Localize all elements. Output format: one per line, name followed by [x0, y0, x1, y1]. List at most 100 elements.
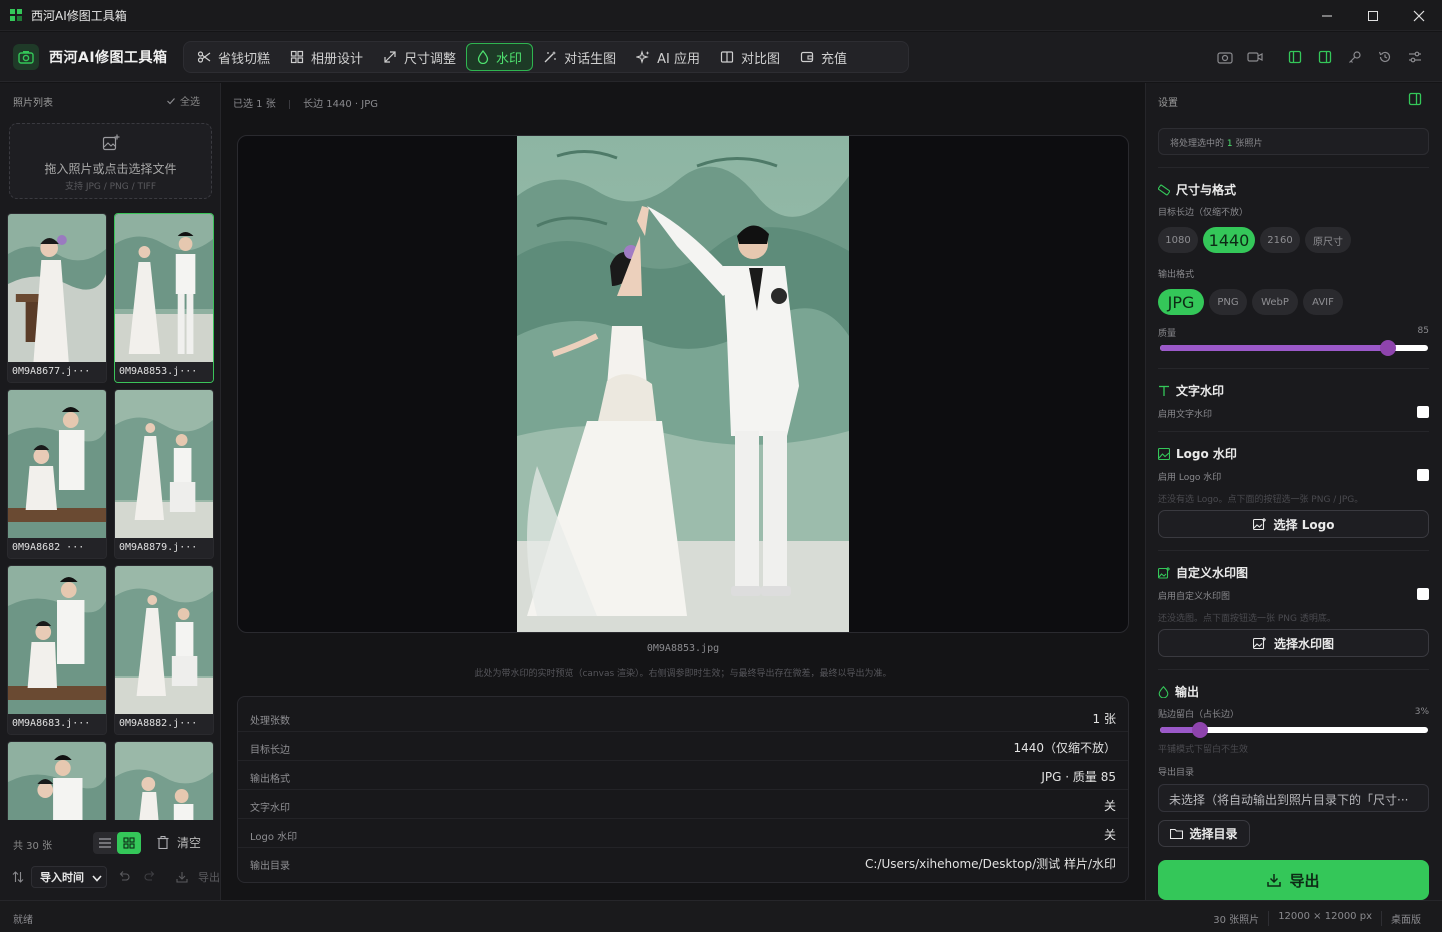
size-option-2160[interactable]: 2160 — [1260, 227, 1300, 253]
choose-dir-button[interactable]: 选择目录 — [1158, 820, 1250, 847]
section-title: Logo 水印 — [1176, 447, 1237, 461]
margin-slider-handle[interactable] — [1192, 722, 1209, 738]
summary-value: 关 — [1103, 799, 1116, 813]
custom-watermark-label: 启用自定义水印图 — [1158, 592, 1231, 602]
tab-label: 对比图 — [740, 51, 780, 67]
video-icon[interactable] — [1246, 48, 1264, 66]
text-watermark-checkbox[interactable] — [1417, 406, 1429, 418]
maximize-button[interactable] — [1350, 0, 1396, 31]
quality-slider-fill — [1160, 345, 1388, 351]
preview-note: 此处为带水印的实时预览（canvas 渲染）。右侧调参即时生效；与最终导出存在微… — [474, 669, 892, 679]
select-watermark-image-button[interactable]: 选择水印图 — [1158, 629, 1429, 657]
photo-filename: 0M9A8882.j··· — [115, 714, 213, 734]
photo-thumbnail[interactable]: 0M9A8677.j··· — [7, 213, 107, 383]
size-option-1080[interactable]: 1080 — [1158, 227, 1198, 253]
button-label: 导出 — [1289, 871, 1320, 890]
select-all-button[interactable]: 全选 — [166, 93, 200, 108]
tab-label: 尺寸调整 — [404, 51, 457, 67]
preview-canvas[interactable] — [237, 135, 1129, 633]
logo-watermark-label: 启用 Logo 水印 — [1158, 473, 1222, 483]
undo-icon[interactable] — [118, 870, 130, 882]
photo-thumbnail[interactable]: 0M9A8682 ··· — [7, 389, 107, 559]
left-panel-toggle-icon[interactable] — [1286, 48, 1304, 66]
text-icon — [1159, 385, 1169, 396]
key-icon[interactable] — [1346, 48, 1364, 66]
settings-panel: 设置 将处理选中的 1 张照片 尺寸与格式 目标长边（仅缩不放） 1080 14… — [1145, 83, 1442, 900]
margin-slider[interactable] — [1160, 722, 1428, 738]
summary-row: 输出格式 JPG · 质量 85 — [238, 761, 1128, 790]
format-option-avif[interactable]: AVIF — [1303, 289, 1343, 315]
photo-thumbnail[interactable]: 0M9A8879.j··· — [114, 389, 214, 559]
divider — [1158, 669, 1429, 670]
margin-value: 3% — [1414, 707, 1429, 717]
size-option-original[interactable]: 原尺寸 — [1305, 227, 1351, 253]
tab-recharge[interactable]: 充值 — [790, 43, 857, 71]
drop-zone-text: 拖入照片或点击选择文件 — [44, 162, 177, 176]
quality-slider[interactable] — [1160, 340, 1428, 356]
list-icon — [99, 838, 111, 848]
export-button[interactable]: 导出 — [1158, 860, 1429, 900]
quality-slider-handle[interactable] — [1379, 340, 1396, 356]
custom-watermark-checkbox[interactable] — [1417, 588, 1429, 600]
tab-compare[interactable]: 对比图 — [710, 43, 790, 71]
close-window-button[interactable] — [1396, 0, 1442, 31]
output-section: 输出 — [1158, 683, 1199, 700]
list-view-button[interactable] — [93, 832, 117, 854]
format-option-jpg[interactable]: JPG — [1158, 289, 1204, 315]
summary-value: JPG · 质量 85 — [1041, 770, 1116, 784]
tab-ai-apps[interactable]: AI 应用 — [626, 43, 710, 71]
droplet-icon — [1158, 685, 1169, 698]
grid-view-button[interactable] — [117, 832, 141, 854]
history-icon[interactable] — [1376, 48, 1394, 66]
tab-label: 水印 — [496, 51, 523, 67]
tab-label: 充值 — [820, 51, 847, 67]
minimize-button[interactable] — [1304, 0, 1350, 31]
tab-resize[interactable]: 尺寸调整 — [373, 43, 466, 71]
status-bar: 就绪 30 张照片 12000 × 12000 px 桌面版 — [0, 900, 1442, 932]
redo-icon[interactable] — [144, 870, 156, 882]
tab-label: 相册设计 — [311, 51, 364, 67]
photo-thumbnail[interactable]: 0M9A8683.j··· — [7, 565, 107, 735]
tab-chat-image[interactable]: 对话生图 — [533, 43, 626, 71]
format-option-webp[interactable]: WebP — [1252, 289, 1298, 315]
logo-hint: 还没有选 Logo。点下面的按钮选一张 PNG / JPG。 — [1158, 495, 1364, 505]
tab-label: 省钱切糕 — [218, 51, 271, 67]
tab-album[interactable]: 相册设计 — [280, 43, 373, 71]
drop-zone[interactable]: 拖入照片或点击选择文件 支持 JPG / PNG / TIFF — [9, 123, 212, 199]
size-option-1440[interactable]: 1440 — [1203, 227, 1255, 253]
summary-key: 文字水印 — [250, 803, 290, 814]
sort-icon[interactable] — [12, 871, 24, 883]
logo-watermark-checkbox[interactable] — [1417, 469, 1429, 481]
logo-watermark-section: Logo 水印 — [1158, 445, 1237, 462]
status-resolution: 12000 × 12000 px — [1268, 911, 1381, 926]
format-option-png[interactable]: PNG — [1209, 289, 1247, 315]
camera-icon — [13, 44, 39, 70]
clear-button[interactable]: 清空 — [157, 834, 201, 851]
preview-filename: 0M9A8853.jpg — [646, 643, 720, 654]
photo-thumbnail[interactable] — [114, 741, 214, 820]
sort-select[interactable]: 导入时间 — [31, 866, 107, 888]
summary-row: 文字水印 关 — [238, 790, 1128, 819]
right-panel-toggle-icon[interactable] — [1316, 48, 1334, 66]
image-plus-icon — [1158, 566, 1170, 579]
photo-thumbnail[interactable]: 0M9A8882.j··· — [114, 565, 214, 735]
brand-name: 西河AI修图工具箱 — [49, 50, 168, 66]
left-export-button[interactable]: 导出 — [176, 869, 220, 885]
tab-watermark[interactable]: 水印 — [466, 43, 534, 71]
sliders-icon[interactable] — [1406, 48, 1424, 66]
select-logo-button[interactable]: 选择 Logo — [1158, 510, 1429, 538]
selection-info: 已选 1 张 长边 1440 · JPG — [233, 95, 378, 110]
export-dir-input[interactable]: 未选择（将自动输出到照片目录下的「尺寸··· — [1158, 784, 1429, 812]
status-info: 30 张照片 12000 × 12000 px 桌面版 — [1204, 911, 1430, 926]
screenshot-camera-icon[interactable] — [1216, 48, 1234, 66]
tab-cut[interactable]: 省钱切糕 — [187, 43, 280, 71]
photo-thumbnail-selected[interactable]: 0M9A8853.j··· — [114, 213, 214, 383]
panel-layout-icon[interactable] — [1408, 92, 1422, 106]
brand: 西河AI修图工具箱 — [13, 43, 168, 71]
photo-thumbnail[interactable] — [7, 741, 107, 820]
photo-filename: 0M9A8853.j··· — [115, 362, 213, 382]
select-all-label: 全选 — [180, 97, 200, 108]
divider — [1158, 550, 1429, 551]
button-label: 选择水印图 — [1273, 636, 1334, 651]
summary-table: 处理张数 1 张 目标长边 1440（仅缩不放） 输出格式 JPG · 质量 8… — [237, 696, 1129, 883]
